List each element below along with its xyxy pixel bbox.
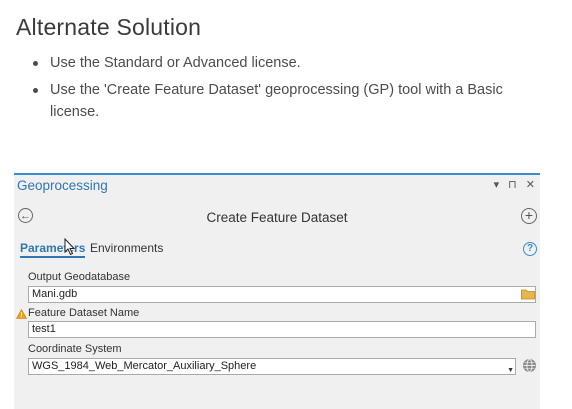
coord-system-select[interactable]: WGS_1984_Web_Mercator_Auxiliary_Sphere ▼	[28, 358, 516, 375]
add-icon: +	[524, 207, 534, 223]
coord-system-label: Coordinate System	[28, 343, 122, 355]
coord-system-value: WGS_1984_Web_Mercator_Auxiliary_Sphere	[32, 360, 257, 372]
geoprocessing-pane: Geoprocessing ▾ ⊓ ✕ ← Create Feature Dat…	[14, 173, 540, 409]
output-gdb-label: Output Geodatabase	[28, 271, 131, 283]
output-gdb-input[interactable]: Mani.gdb	[28, 286, 536, 303]
bullet-item: Use the Standard or Advanced license.	[33, 52, 520, 74]
dataset-name-label: Feature Dataset Name	[28, 307, 140, 319]
add-button[interactable]: +	[521, 208, 537, 224]
page-heading: Alternate Solution	[16, 14, 202, 40]
tab-environments[interactable]: Environments	[90, 241, 163, 255]
tool-title: Create Feature Dataset	[206, 210, 348, 225]
help-icon: ?	[526, 243, 534, 254]
dropdown-arrow-icon: ▼	[507, 367, 514, 374]
globe-icon[interactable]	[523, 359, 536, 372]
folder-icon[interactable]	[521, 288, 536, 300]
bullet-item: Use the 'Create Feature Dataset' geoproc…	[33, 79, 520, 123]
window-controls[interactable]: ▾ ⊓ ✕	[494, 178, 538, 191]
warning-icon	[16, 309, 27, 319]
pane-title: Geoprocessing	[17, 178, 108, 193]
dataset-name-input[interactable]: test1	[28, 321, 536, 338]
help-button[interactable]: ?	[523, 242, 537, 256]
mouse-cursor-icon	[64, 238, 76, 256]
bullet-list: Use the Standard or Advanced license. Us…	[33, 52, 520, 128]
